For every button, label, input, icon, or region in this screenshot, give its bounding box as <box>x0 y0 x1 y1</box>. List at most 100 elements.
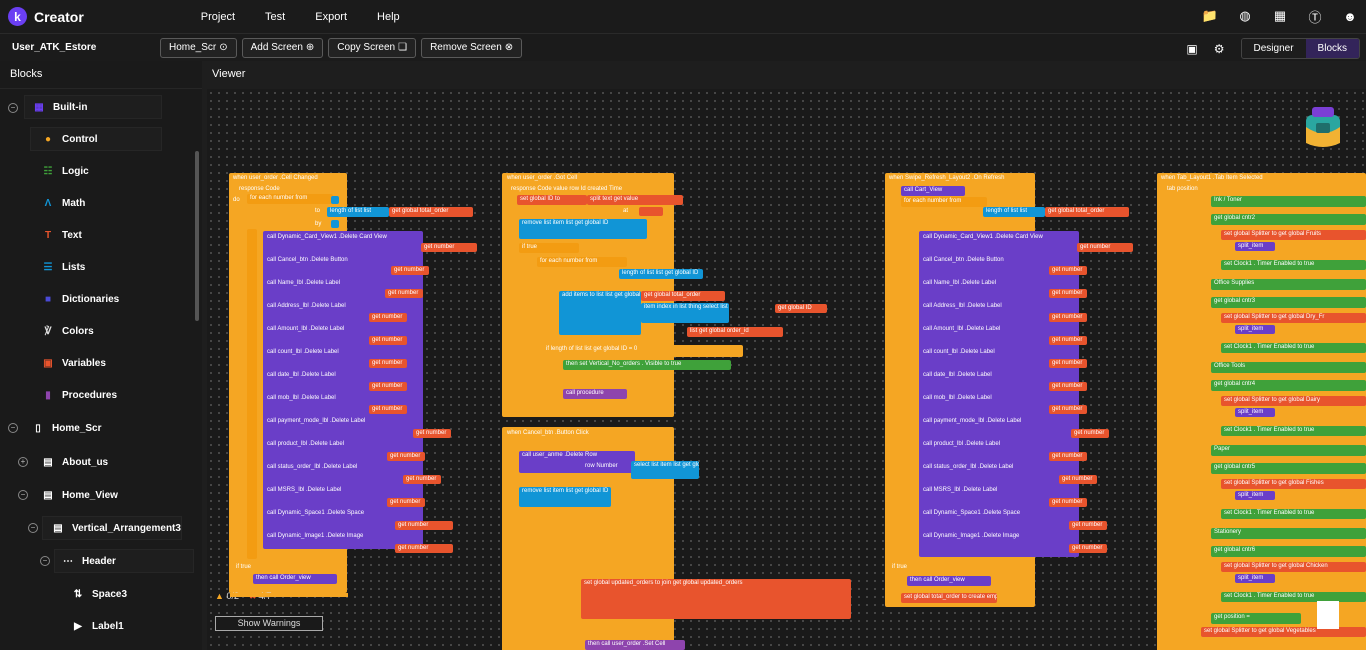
set-clock-timer[interactable]: set Clock1 . Timer Enabled to true <box>1221 426 1366 436</box>
designer-tab[interactable]: Designer <box>1241 39 1306 58</box>
collapse-toggle-icon[interactable]: − <box>18 490 28 500</box>
tree-item-header[interactable]: ⋯ Header <box>62 549 116 573</box>
length-of-list-block[interactable]: length of list list <box>327 207 389 217</box>
menu-help[interactable]: Help <box>377 11 400 23</box>
set-cell-call[interactable]: then call user_order .Set Cell <box>585 640 685 650</box>
split-item[interactable]: split_item <box>1235 325 1275 334</box>
collapse-toggle-icon[interactable]: − <box>28 523 38 533</box>
tree-item-vertical-arrangement3[interactable]: ▤ Vertical_Arrangement3 <box>52 516 181 540</box>
blocks-tab[interactable]: Blocks <box>1305 39 1359 58</box>
get-number[interactable]: get number <box>395 544 453 553</box>
tree-item-about-us[interactable]: ▤ About_us <box>42 450 108 474</box>
call-procedure[interactable]: call procedure <box>563 389 627 399</box>
length-of-list-id[interactable]: length of list list get global ID <box>619 269 703 279</box>
get-number[interactable]: get number <box>1069 544 1107 553</box>
tree-item-logic[interactable]: ☷ Logic <box>42 159 89 183</box>
set-splitter-vegetables[interactable]: set global Splitter to get global Vegeta… <box>1201 627 1366 637</box>
get-number[interactable]: get number <box>369 382 407 391</box>
tree-item-lists[interactable]: ☰ Lists <box>42 255 86 279</box>
screen-select-button[interactable]: Home_Scr ⊙ <box>160 37 237 58</box>
collapse-toggle-icon[interactable]: − <box>8 423 18 433</box>
gallery-icon[interactable]: ▦ <box>1272 8 1288 24</box>
set-updated-orders[interactable]: set global updated_orders to join get gl… <box>581 579 851 619</box>
palette-icon[interactable]: ◍ <box>1237 8 1253 24</box>
get-number[interactable]: get number <box>413 429 451 438</box>
tree-item-colors[interactable]: ℣ Colors <box>42 319 94 343</box>
get-number[interactable]: get number <box>1049 359 1087 368</box>
compare-cntr6[interactable]: get global cntr6 <box>1211 546 1366 557</box>
get-number[interactable]: get number <box>1049 405 1087 414</box>
set-total-order[interactable]: set global total_order to create empty l… <box>901 593 997 603</box>
get-number[interactable]: get number <box>403 475 441 484</box>
tree-item-builtin[interactable]: ▦ Built-in <box>33 95 87 119</box>
folder-add-icon[interactable]: 📁 <box>1202 8 1218 24</box>
for-each-block[interactable]: for each number from <box>901 197 987 207</box>
split-item[interactable]: split_item <box>1235 491 1275 500</box>
compare-ink[interactable]: Ink / Toner <box>1211 196 1366 207</box>
compare-office-tools[interactable]: Office Tools <box>1211 362 1366 373</box>
get-total-order[interactable]: get global total_order <box>641 291 725 301</box>
get-number[interactable]: get number <box>1059 475 1097 484</box>
compare-cntr2[interactable]: get global cntr2 <box>1211 214 1366 225</box>
tree-item-math[interactable]: Λ Math <box>42 191 86 215</box>
compare-office-supplies[interactable]: Office Supplies <box>1211 279 1366 290</box>
index-in-list[interactable]: item index in list thing select list ite… <box>641 303 729 323</box>
length-of-list-block[interactable]: length of list list <box>983 207 1045 217</box>
tree-item-variables[interactable]: ▣ Variables <box>42 351 106 375</box>
panel-scrollbar[interactable] <box>195 151 199 321</box>
set-splitter-dry[interactable]: set global Splitter to get global Dry_Fr <box>1221 313 1366 323</box>
get-number[interactable]: get number <box>1071 429 1109 438</box>
compare-cntr5[interactable]: get global cntr5 <box>1211 463 1366 474</box>
compare-cntr3[interactable]: get global cntr3 <box>1211 297 1366 308</box>
split-item[interactable]: split_item <box>1235 574 1275 583</box>
get-number[interactable]: get number <box>387 498 425 507</box>
remove-screen-button[interactable]: Remove Screen ⊗ <box>421 37 523 58</box>
get-number[interactable]: get number <box>1077 243 1133 252</box>
get-number[interactable]: get number <box>385 289 423 298</box>
get-total-order[interactable]: get global total_order <box>1045 207 1129 217</box>
split-item[interactable]: split_item <box>1235 408 1275 417</box>
compare-position[interactable]: get position = <box>1211 613 1301 624</box>
menu-export[interactable]: Export <box>315 11 347 23</box>
compare-stationery[interactable]: Stationery <box>1211 528 1366 539</box>
get-number[interactable]: get number <box>369 359 407 368</box>
blocks-workspace[interactable]: when user_order .Cell Changed response C… <box>207 89 1366 650</box>
menu-project[interactable]: Project <box>201 11 235 23</box>
then-call-order-view[interactable]: then call Order_view <box>907 576 991 586</box>
for-each-block[interactable]: for each number from <box>537 257 627 267</box>
set-splitter-fruits[interactable]: set global Splitter to get global Fruits <box>1221 230 1366 240</box>
tree-item-dictionaries[interactable]: ■ Dictionaries <box>42 287 119 311</box>
collapse-toggle-icon[interactable]: − <box>8 103 18 113</box>
set-global-id[interactable]: set global ID to <box>517 195 587 205</box>
select-list-item[interactable]: select list item list get global total_o… <box>631 461 699 479</box>
gallery-view-icon[interactable]: ▣ <box>1186 42 1197 56</box>
set-clock-timer[interactable]: set Clock1 . Timer Enabled to true <box>1221 592 1366 602</box>
get-number[interactable]: get number <box>421 243 477 252</box>
user-account-icon[interactable]: ☻ <box>1342 8 1358 24</box>
get-number[interactable]: get number <box>1049 289 1087 298</box>
set-splitter-fishes[interactable]: set global Splitter to get global Fishes <box>1221 479 1366 489</box>
get-number[interactable]: get number <box>369 313 407 322</box>
menu-test[interactable]: Test <box>265 11 285 23</box>
get-number[interactable]: get number <box>1049 336 1087 345</box>
app-logo[interactable]: k Creator <box>8 7 84 26</box>
copy-screen-button[interactable]: Copy Screen ❏ <box>328 37 417 58</box>
get-global-id[interactable]: get global ID <box>775 304 827 313</box>
set-clock-timer[interactable]: set Clock1 . Timer Enabled to true <box>1221 509 1366 519</box>
show-warnings-button[interactable]: Show Warnings <box>215 616 323 631</box>
set-splitter-chicken[interactable]: set global Splitter to get global Chicke… <box>1221 562 1366 572</box>
get-total-order[interactable]: get global total_order <box>389 207 473 217</box>
tree-item-text[interactable]: T Text <box>42 223 82 247</box>
get-number[interactable]: get number <box>369 405 407 414</box>
get-number[interactable]: get number <box>369 336 407 345</box>
tree-item-home-scr[interactable]: ▯ Home_Scr <box>32 416 101 440</box>
get-number[interactable]: get number <box>1049 498 1087 507</box>
remove-list-item[interactable]: remove list item list get global ID <box>519 487 611 507</box>
get-number[interactable]: get number <box>395 521 453 530</box>
if-block[interactable]: if true <box>519 243 579 253</box>
tree-item-home-view[interactable]: ▤ Home_View <box>42 483 118 507</box>
set-clock-timer[interactable]: set Clock1 . Timer Enabled to true <box>1221 343 1366 353</box>
set-splitter-dairy[interactable]: set global Splitter to get global Dairy <box>1221 396 1366 406</box>
set-clock-timer[interactable]: set Clock1 . Timer Enabled to true <box>1221 260 1366 270</box>
compare-paper[interactable]: Paper <box>1211 445 1366 456</box>
